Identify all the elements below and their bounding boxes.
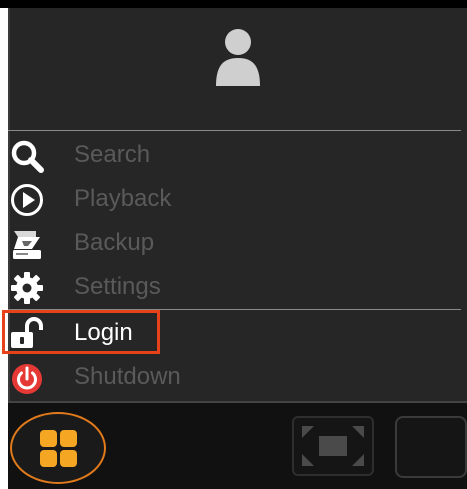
user-header [8,8,467,130]
menu-item-label: Playback [74,185,172,212]
gear-icon [11,272,43,304]
power-icon [12,364,42,394]
menu-item-label: Search [74,141,151,168]
play-circle-icon [11,184,43,216]
menu-divider-top [8,130,461,131]
fullscreen-icon [302,426,364,466]
user-avatar-icon[interactable] [213,28,263,88]
fullscreen-button[interactable] [292,416,374,476]
menu-item-backup[interactable]: Backup [8,221,463,265]
menu-item-label: Settings [74,273,161,300]
menu-item-shutdown[interactable]: Shutdown [8,355,463,399]
menu-item-playback[interactable]: Playback [8,177,463,221]
start-button[interactable] [10,412,106,484]
search-icon [11,140,44,173]
app-root: Search Playback Backup Settings Login Sh… [0,0,467,489]
menu-item-search[interactable]: Search [8,133,463,177]
menu-item-settings[interactable]: Settings [8,265,463,309]
selection-highlight [2,310,160,354]
backup-drive-icon [13,231,41,259]
window-icon[interactable] [395,416,467,478]
menu-item-label: Shutdown [74,363,181,390]
menu-item-label: Backup [74,229,155,256]
top-edge [0,0,467,8]
